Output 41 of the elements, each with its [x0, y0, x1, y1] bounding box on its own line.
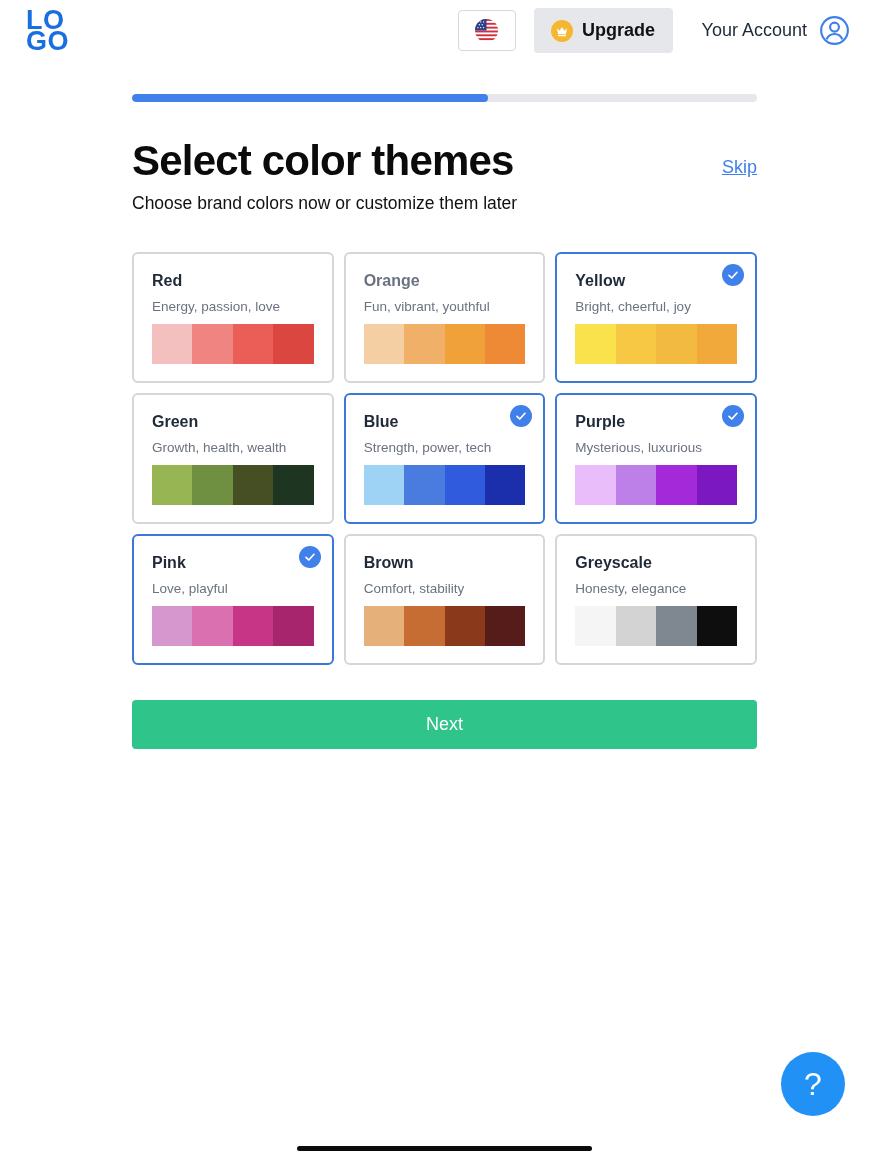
crown-icon [551, 19, 574, 42]
theme-name: Green [152, 412, 200, 432]
theme-name: Yellow [575, 271, 627, 291]
theme-card[interactable]: Yellow Bright, cheerful, joy [555, 252, 757, 383]
theme-name: Blue [363, 412, 400, 432]
theme-description: Energy, passion, love [152, 298, 282, 315]
theme-card[interactable]: Brown Comfort, stability [343, 534, 546, 665]
theme-card[interactable]: Red Energy, passion, love [132, 252, 334, 383]
logo: LO GO [26, 9, 69, 52]
theme-description: Mysterious, luxurious [575, 439, 704, 456]
theme-name: Pink [152, 553, 187, 573]
theme-description: Growth, health, wealth [152, 439, 288, 456]
theme-name: Red [152, 271, 184, 291]
theme-name: Orange [363, 271, 421, 291]
theme-name: Purple [575, 412, 627, 432]
theme-description: Love, playful [152, 580, 229, 597]
theme-card[interactable]: Purple Mysterious, luxurious [555, 393, 757, 524]
page-title: Select color themes [132, 136, 514, 186]
theme-description: Bright, cheerful, joy [575, 298, 692, 315]
account-button[interactable]: Your Account [701, 16, 849, 45]
flag-icon [475, 19, 499, 42]
check-icon [298, 546, 321, 568]
theme-description: Strength, power, tech [363, 439, 493, 456]
theme-name: Brown [363, 553, 415, 573]
theme-description: Honesty, elegance [575, 580, 688, 597]
check-icon [722, 264, 744, 286]
check-icon [510, 405, 533, 427]
check-icon [722, 405, 744, 427]
theme-description: Comfort, stability [363, 580, 466, 597]
page-subtitle: Choose brand colors now or customize them later [132, 192, 519, 214]
theme-card[interactable]: Greyscale Honesty, elegance [555, 534, 757, 665]
upgrade-button[interactable]: Upgrade [533, 8, 673, 53]
theme-card[interactable]: Orange Fun, vibrant, youthful [343, 252, 546, 383]
theme-card[interactable]: Blue Strength, power, tech [343, 393, 546, 524]
theme-card[interactable]: Green Growth, health, wealth [132, 393, 334, 524]
theme-description: Fun, vibrant, youthful [363, 298, 491, 315]
theme-name: Greyscale [575, 553, 653, 573]
language-button[interactable] [457, 10, 516, 51]
theme-card[interactable]: Pink Love, playful [132, 534, 334, 665]
skip-link[interactable]: Skip [722, 156, 757, 178]
user-icon [820, 16, 849, 45]
